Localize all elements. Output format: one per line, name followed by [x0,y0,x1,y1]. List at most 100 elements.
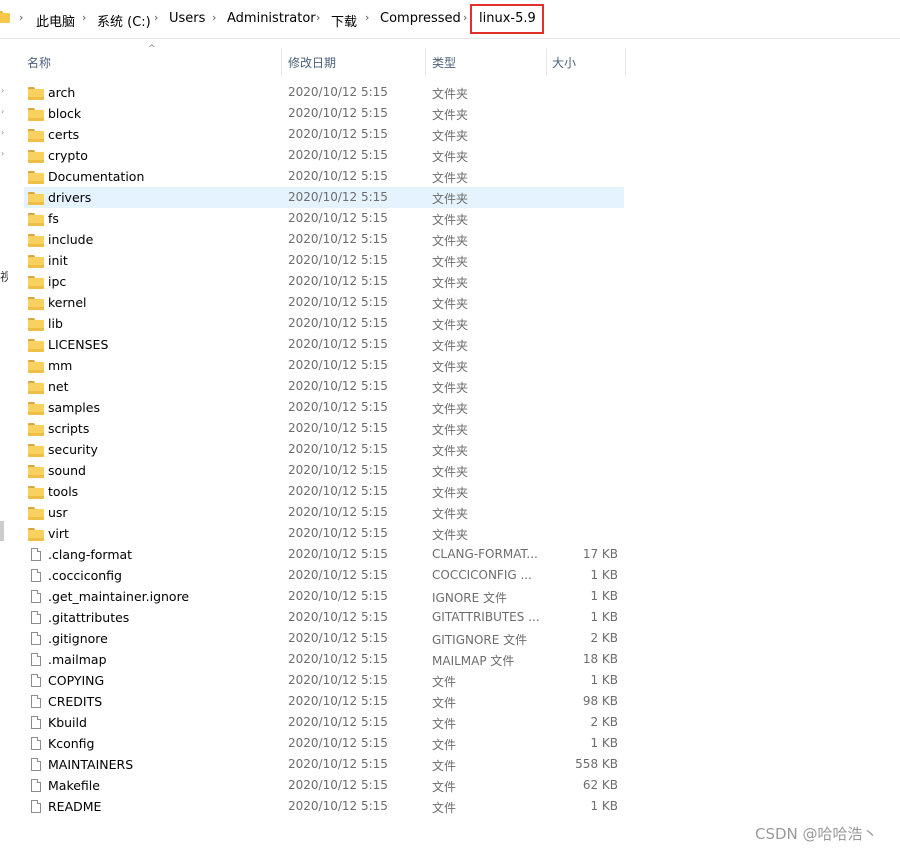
column-divider[interactable] [425,48,426,76]
file-type: 文件夹 [432,192,469,206]
file-name: kernel [48,295,87,310]
folder-icon [28,421,44,436]
file-name: LICENSES [48,337,109,352]
file-row[interactable]: net 2020/10/12 5:15 文件夹 [24,376,624,397]
nav-item-label[interactable]: 视 [0,268,8,285]
file-row[interactable]: Documentation 2020/10/12 5:15 文件夹 [24,166,624,187]
expand-arrow-icon[interactable]: › [1,128,4,137]
file-icon [28,589,44,604]
file-name: ipc [48,274,67,289]
breadcrumb-chevron-icon[interactable]: › [154,11,158,24]
breadcrumb-chevron-icon[interactable]: › [212,11,216,24]
file-row[interactable]: Kconfig 2020/10/12 5:15 文件 1 KB [24,733,624,754]
file-size: 17 KB [582,547,618,561]
file-row[interactable]: virt 2020/10/12 5:15 文件夹 [24,523,624,544]
file-row[interactable]: README 2020/10/12 5:15 文件 1 KB [24,796,624,817]
file-row[interactable]: tools 2020/10/12 5:15 文件夹 [24,481,624,502]
breadcrumb-chevron-icon[interactable]: › [316,11,320,24]
file-type: 文件 [432,696,457,710]
file-modified-date: 2020/10/12 5:15 [288,337,388,351]
breadcrumb-this-pc[interactable]: 此电脑 [36,11,75,30]
file-type: 文件夹 [432,129,469,143]
breadcrumb-administrator[interactable]: Administrator [227,11,316,26]
column-divider[interactable] [281,48,282,76]
file-modified-date: 2020/10/12 5:15 [288,610,388,624]
file-row[interactable]: security 2020/10/12 5:15 文件夹 [24,439,624,460]
folder-icon [28,85,44,100]
file-type: 文件夹 [432,150,469,164]
file-row[interactable]: .gitignore 2020/10/12 5:15 GITIGNORE 文件 2 K… [24,628,624,649]
folder-icon [28,148,44,163]
file-row[interactable]: init 2020/10/12 5:15 文件夹 [24,250,624,271]
file-modified-date: 2020/10/12 5:15 [288,505,388,519]
file-name: .clang-format [48,547,133,562]
file-type: 文件夹 [432,108,469,122]
file-icon [28,568,44,583]
file-type: MAILMAP 文件 [432,654,515,668]
file-type: 文件夹 [432,444,469,458]
file-row[interactable]: samples 2020/10/12 5:15 文件夹 [24,397,624,418]
file-size: 1 KB [590,610,618,624]
breadcrumb-compressed[interactable]: Compressed [380,11,461,26]
file-name: crypto [48,148,88,163]
file-row[interactable]: .get_maintainer.ignore 2020/10/12 5:15 IGN… [24,586,624,607]
folder-icon [28,295,44,310]
column-divider[interactable] [546,48,547,76]
breadcrumb-chevron-icon[interactable]: › [463,11,467,24]
expand-arrow-icon[interactable]: › [1,149,4,158]
sort-ascending-icon: ^ [148,44,156,54]
file-row[interactable]: drivers 2020/10/12 5:15 文件夹 [24,187,624,208]
file-modified-date: 2020/10/12 5:15 [288,715,388,729]
breadcrumb-chevron-icon[interactable]: › [19,11,23,24]
file-row[interactable]: CREDITS 2020/10/12 5:15 文件 98 KB [24,691,624,712]
breadcrumb-chevron-icon[interactable]: › [365,11,369,24]
file-row[interactable]: usr 2020/10/12 5:15 文件夹 [24,502,624,523]
file-row[interactable]: LICENSES 2020/10/12 5:15 文件夹 [24,334,624,355]
file-icon [28,631,44,646]
column-divider[interactable] [625,48,626,76]
file-type: 文件 [432,675,457,689]
file-row[interactable]: certs 2020/10/12 5:15 文件夹 [24,124,624,145]
file-row[interactable]: block 2020/10/12 5:15 文件夹 [24,103,624,124]
navigation-pane[interactable]: › › › › 视 [0,38,12,851]
file-type: 文件 [432,738,457,752]
expand-arrow-icon[interactable]: › [1,107,4,116]
column-size[interactable]: 大小 [552,54,576,71]
column-name[interactable]: 名称 [27,54,51,71]
breadcrumb-users[interactable]: Users [169,11,205,26]
file-type: 文件夹 [432,528,469,542]
folder-icon [0,11,10,23]
breadcrumb-drive-c[interactable]: 系统 (C:) [97,11,151,30]
expand-arrow-icon[interactable]: › [1,86,4,95]
breadcrumb-downloads[interactable]: 下载 [331,11,357,30]
file-row[interactable]: .mailmap 2020/10/12 5:15 MAILMAP 文件 18 KB [24,649,624,670]
address-bar[interactable]: › 此电脑 › 系统 (C:) › Users › Administrator … [0,0,900,39]
file-row[interactable]: crypto 2020/10/12 5:15 文件夹 [24,145,624,166]
file-modified-date: 2020/10/12 5:15 [288,778,388,792]
file-row[interactable]: ipc 2020/10/12 5:15 文件夹 [24,271,624,292]
file-name: certs [48,127,80,142]
file-row[interactable]: fs 2020/10/12 5:15 文件夹 [24,208,624,229]
file-row[interactable]: arch 2020/10/12 5:15 文件夹 [24,82,624,103]
file-row[interactable]: mm 2020/10/12 5:15 文件夹 [24,355,624,376]
file-row[interactable]: include 2020/10/12 5:15 文件夹 [24,229,624,250]
breadcrumb-chevron-icon[interactable]: › [82,11,86,24]
file-row[interactable]: lib 2020/10/12 5:15 文件夹 [24,313,624,334]
folder-icon [28,400,44,415]
file-row[interactable]: .clang-format 2020/10/12 5:15 CLANG-FORMAT… [24,544,624,565]
file-row[interactable]: Makefile 2020/10/12 5:15 文件 62 KB [24,775,624,796]
column-type[interactable]: 类型 [432,54,456,71]
file-row[interactable]: COPYING 2020/10/12 5:15 文件 1 KB [24,670,624,691]
file-row[interactable]: kernel 2020/10/12 5:15 文件夹 [24,292,624,313]
folder-icon [28,505,44,520]
file-row[interactable]: sound 2020/10/12 5:15 文件夹 [24,460,624,481]
file-row[interactable]: .cocciconfig 2020/10/12 5:15 COCCICONFIG .… [24,565,624,586]
column-date[interactable]: 修改日期 [288,54,336,71]
file-row[interactable]: .gitattributes 2020/10/12 5:15 GITATTRIBUT… [24,607,624,628]
file-name: include [48,232,94,247]
file-row[interactable]: MAINTAINERS 2020/10/12 5:15 文件 558 KB [24,754,624,775]
file-type: IGNORE 文件 [432,591,507,605]
file-row[interactable]: Kbuild 2020/10/12 5:15 文件 2 KB [24,712,624,733]
file-row[interactable]: scripts 2020/10/12 5:15 文件夹 [24,418,624,439]
file-modified-date: 2020/10/12 5:15 [288,589,388,603]
